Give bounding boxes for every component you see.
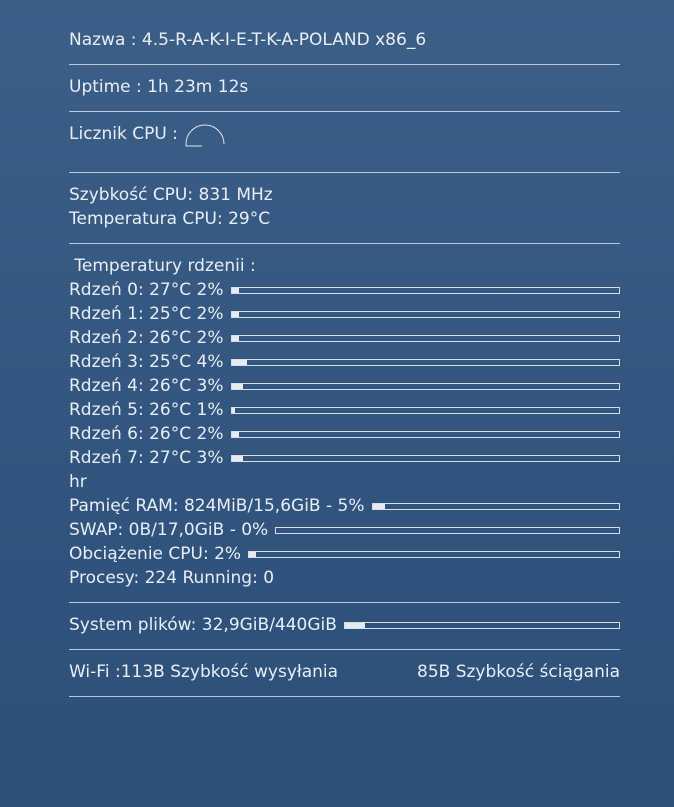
cpu-speed-row: Szybkość CPU: 831 MHz (69, 183, 620, 207)
cpu-load-label: Obciążenie CPU: 2% (69, 544, 242, 564)
core-usage-bar (230, 382, 620, 390)
core-row: Rdzeń 4: 26°C 3% (69, 374, 620, 398)
hr-text: hr (69, 472, 87, 492)
core-label: Rdzeń 5: 26°C 1% (69, 400, 224, 420)
hostname-label: Nazwa : 4.5-R-A-K-I-E-T-K-A-POLAND x86_6 (69, 30, 427, 50)
core-label: Rdzeń 2: 26°C 2% (69, 328, 224, 348)
download-label: 85B Szybkość ściągania (417, 662, 620, 682)
conky-panel: Nazwa : 4.5-R-A-K-I-E-T-K-A-POLAND x86_6… (69, 28, 620, 707)
cpu-counter-row: Licznik CPU : (69, 122, 620, 160)
divider (69, 64, 620, 65)
core-label: Rdzeń 0: 27°C 2% (69, 280, 224, 300)
core-usage-fill (231, 407, 236, 413)
core-usage-bar (230, 334, 620, 342)
divider (69, 243, 620, 244)
cpu-load-row: Obciążenie CPU: 2% (69, 542, 620, 566)
cores-header: Temperatury rdzenii : (69, 256, 256, 276)
core-row: Rdzeń 2: 26°C 2% (69, 326, 620, 350)
core-usage-fill (231, 431, 240, 437)
core-usage-fill (231, 335, 240, 341)
core-usage-bar (230, 310, 620, 318)
uptime-row: Uptime : 1h 23m 12s (69, 75, 620, 99)
core-row: Rdzeń 1: 25°C 2% (69, 302, 620, 326)
core-usage-fill (231, 383, 244, 389)
filesystem-label: System plików: 32,9GiB/440GiB (69, 615, 337, 635)
ram-usage-bar (371, 502, 620, 510)
cpu-load-bar (248, 550, 620, 558)
core-label: Rdzeń 1: 25°C 2% (69, 304, 224, 324)
core-usage-fill (231, 455, 244, 461)
ram-row: Pamięć RAM: 824MiB/15,6GiB - 5% (69, 494, 620, 518)
hr-text-row: hr (69, 470, 620, 494)
cpu-speed-label: Szybkość CPU: 831 MHz (69, 185, 273, 205)
core-row: Rdzeń 3: 25°C 4% (69, 350, 620, 374)
core-label: Rdzeń 6: 26°C 2% (69, 424, 224, 444)
cpu-gauge-icon (185, 124, 225, 147)
core-label: Rdzeń 7: 27°C 3% (69, 448, 224, 468)
cpu-load-fill (249, 551, 257, 557)
core-label: Rdzeń 4: 26°C 3% (69, 376, 224, 396)
hostname-row: Nazwa : 4.5-R-A-K-I-E-T-K-A-POLAND x86_6 (69, 28, 620, 52)
core-label: Rdzeń 3: 25°C 4% (69, 352, 224, 372)
core-usage-bar (230, 406, 620, 414)
core-usage-bar (230, 454, 620, 462)
cpu-counter-label: Licznik CPU : (69, 124, 178, 144)
divider (69, 111, 620, 112)
cpu-temp-row: Temperatura CPU: 29°C (69, 207, 620, 231)
ram-label: Pamięć RAM: 824MiB/15,6GiB - 5% (69, 496, 365, 516)
uptime-label: Uptime : 1h 23m 12s (69, 77, 249, 97)
filesystem-usage-bar (343, 621, 620, 629)
core-row: Rdzeń 7: 27°C 3% (69, 446, 620, 470)
divider (69, 602, 620, 603)
core-usage-bar (230, 430, 620, 438)
swap-label: SWAP: 0B/17,0GiB - 0% (69, 520, 269, 540)
core-usage-fill (231, 287, 240, 293)
processes-label: Procesy: 224 Running: 0 (69, 568, 275, 588)
core-row: Rdzeń 0: 27°C 2% (69, 278, 620, 302)
divider (69, 649, 620, 650)
cpu-temp-label: Temperatura CPU: 29°C (69, 209, 271, 229)
core-row: Rdzeń 6: 26°C 2% (69, 422, 620, 446)
core-usage-fill (231, 311, 240, 317)
divider (69, 172, 620, 173)
core-usage-fill (231, 359, 247, 365)
upload-label: Wi-Fi :113B Szybkość wysyłania (69, 662, 339, 682)
core-usage-bar (230, 358, 620, 366)
swap-row: SWAP: 0B/17,0GiB - 0% (69, 518, 620, 542)
divider (69, 696, 620, 697)
network-row: Wi-Fi :113B Szybkość wysyłania 85B Szybk… (69, 660, 620, 684)
core-row: Rdzeń 5: 26°C 1% (69, 398, 620, 422)
swap-usage-bar (275, 526, 620, 534)
core-usage-bar (230, 286, 620, 294)
cores-header-row: Temperatury rdzenii : (69, 254, 620, 278)
processes-row: Procesy: 224 Running: 0 (69, 566, 620, 590)
filesystem-usage-fill (344, 622, 366, 628)
ram-usage-fill (372, 503, 385, 509)
filesystem-row: System plików: 32,9GiB/440GiB (69, 613, 620, 637)
